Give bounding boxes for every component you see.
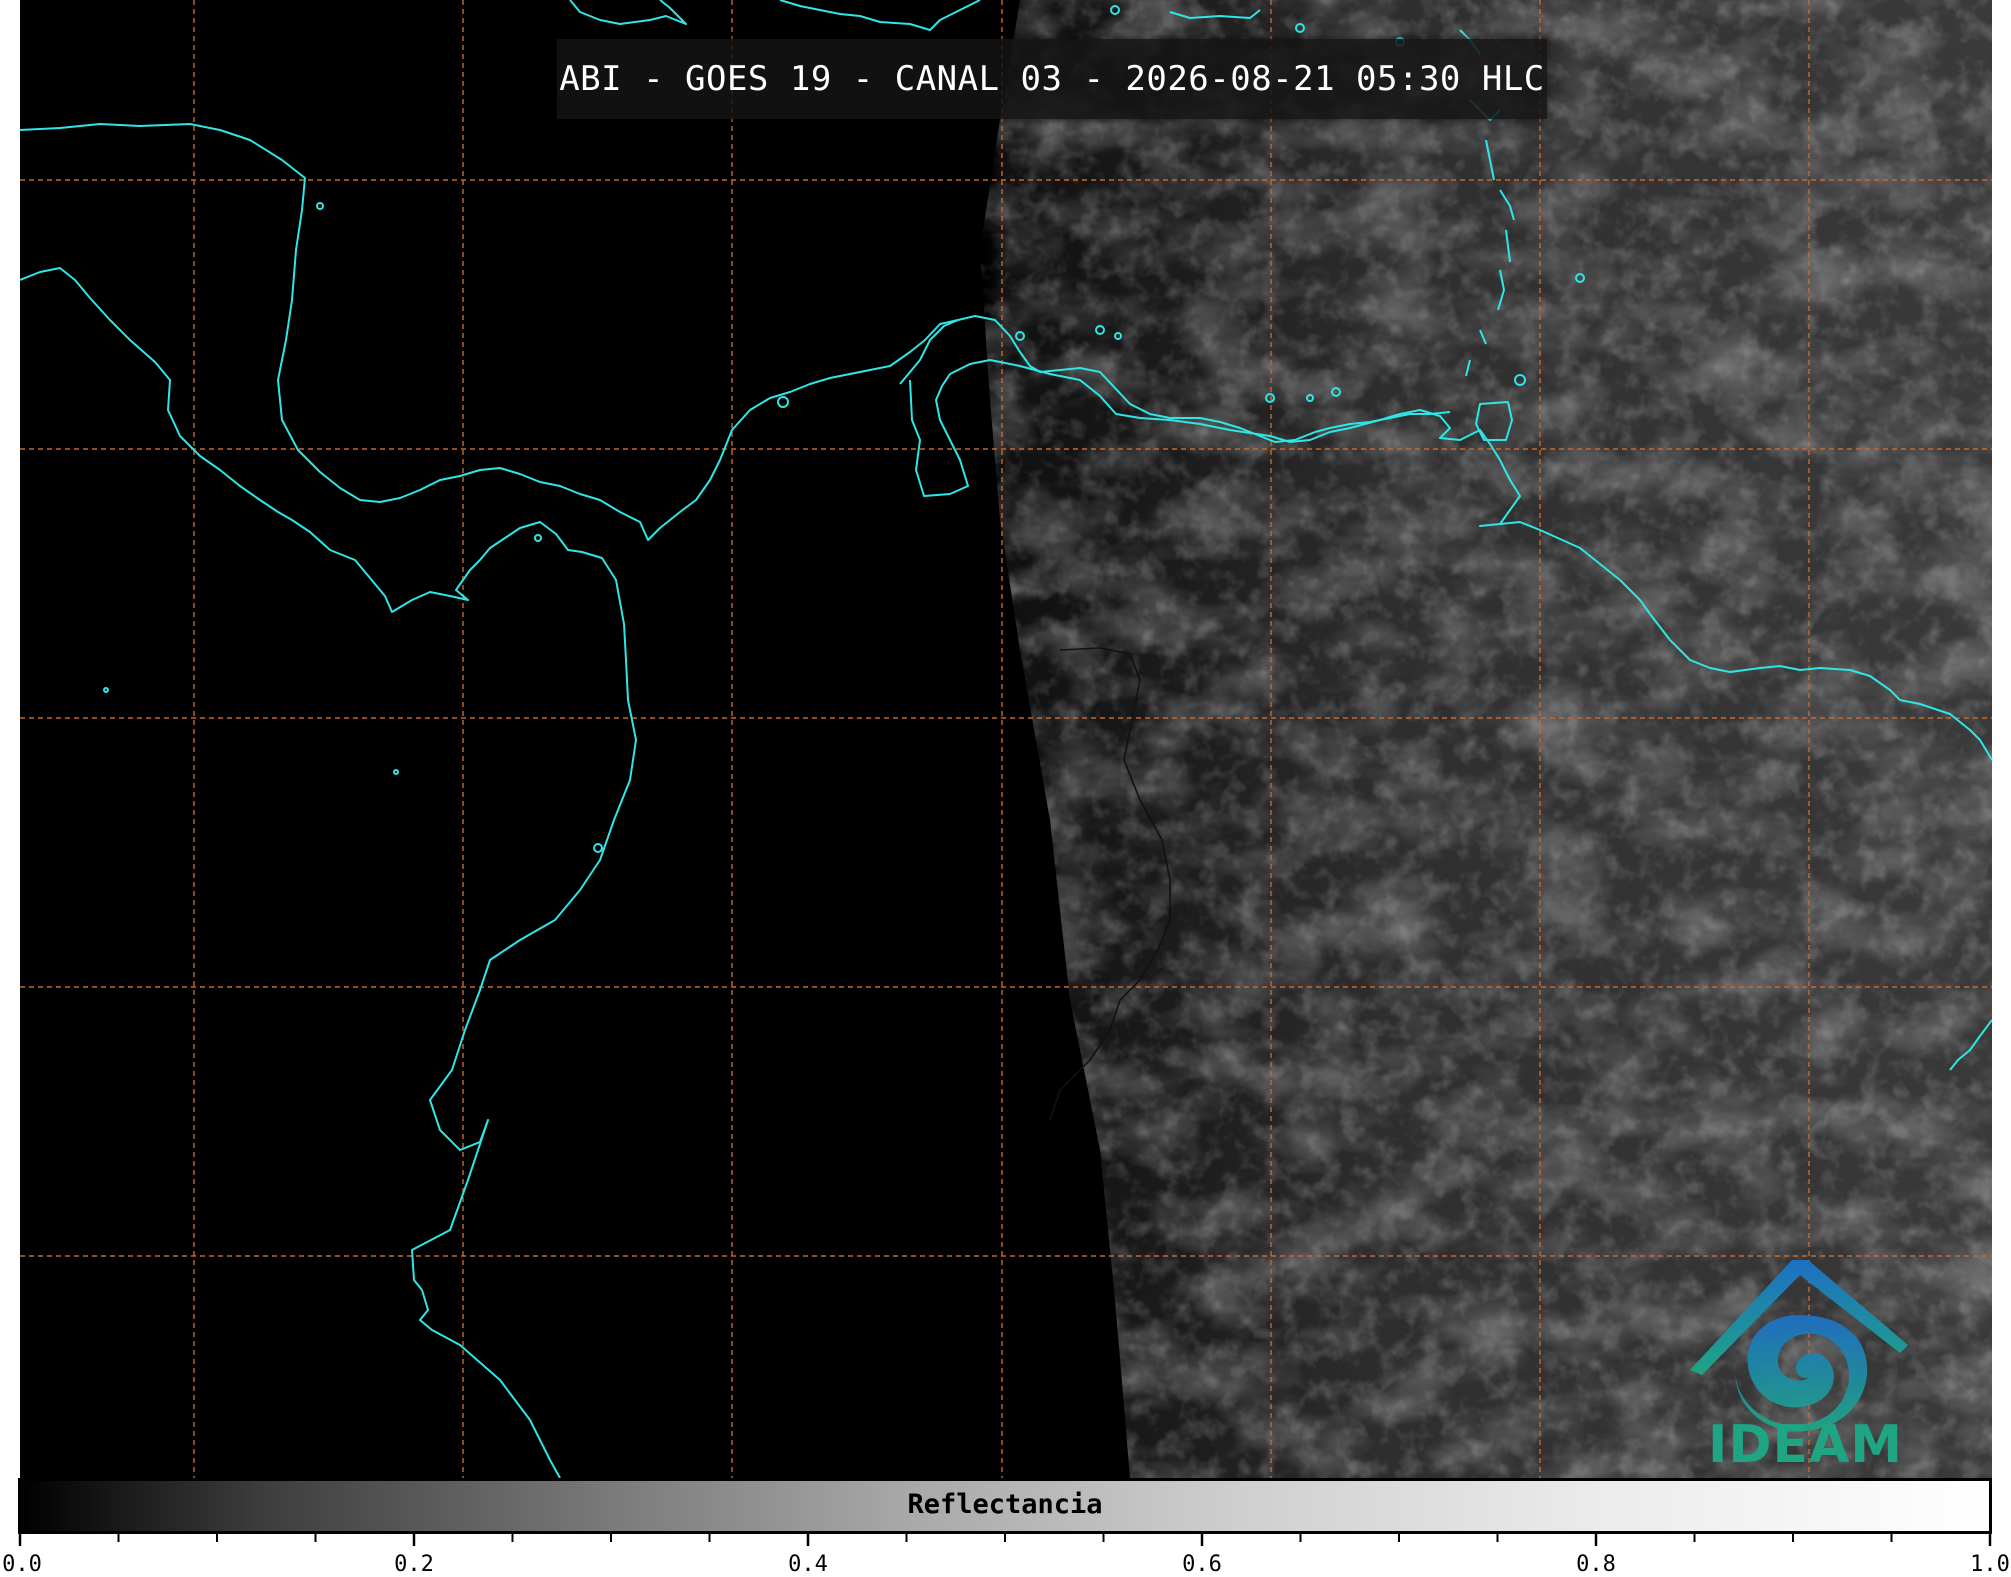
colorbar-tick-label: 0.4 xyxy=(788,1552,828,1577)
island-11 xyxy=(393,769,399,775)
title-box: ABI - GOES 19 - CANAL 03 - 2026-08-21 05… xyxy=(557,39,1547,119)
colorbar-tick-label: 0.8 xyxy=(1576,1552,1616,1577)
island-14 xyxy=(316,202,324,210)
colorbar-tick-label: 0.2 xyxy=(394,1552,434,1577)
logo-text: IDEAM xyxy=(1708,1415,1904,1475)
map-title: ABI - GOES 19 - CANAL 03 - 2026-08-21 05… xyxy=(559,59,1545,99)
island-12 xyxy=(593,843,603,853)
colorbar-tick-label: 1.0 xyxy=(1970,1552,2010,1577)
island-9 xyxy=(777,396,789,408)
coastline-cuba xyxy=(569,0,687,25)
colorbar-ticks xyxy=(18,1534,1992,1546)
island-13 xyxy=(534,534,542,542)
satellite-map: ABI - GOES 19 - CANAL 03 - 2026-08-21 05… xyxy=(20,0,1992,1478)
coastline-hispaniola xyxy=(779,0,981,31)
island-10 xyxy=(103,687,109,693)
colorbar-tick-label: 0.6 xyxy=(1182,1552,1222,1577)
colorbar-tick-label: 0.0 xyxy=(2,1552,42,1577)
colorbar-label: Reflectancia xyxy=(907,1489,1103,1520)
colorbar: Reflectancia xyxy=(18,1478,1992,1534)
